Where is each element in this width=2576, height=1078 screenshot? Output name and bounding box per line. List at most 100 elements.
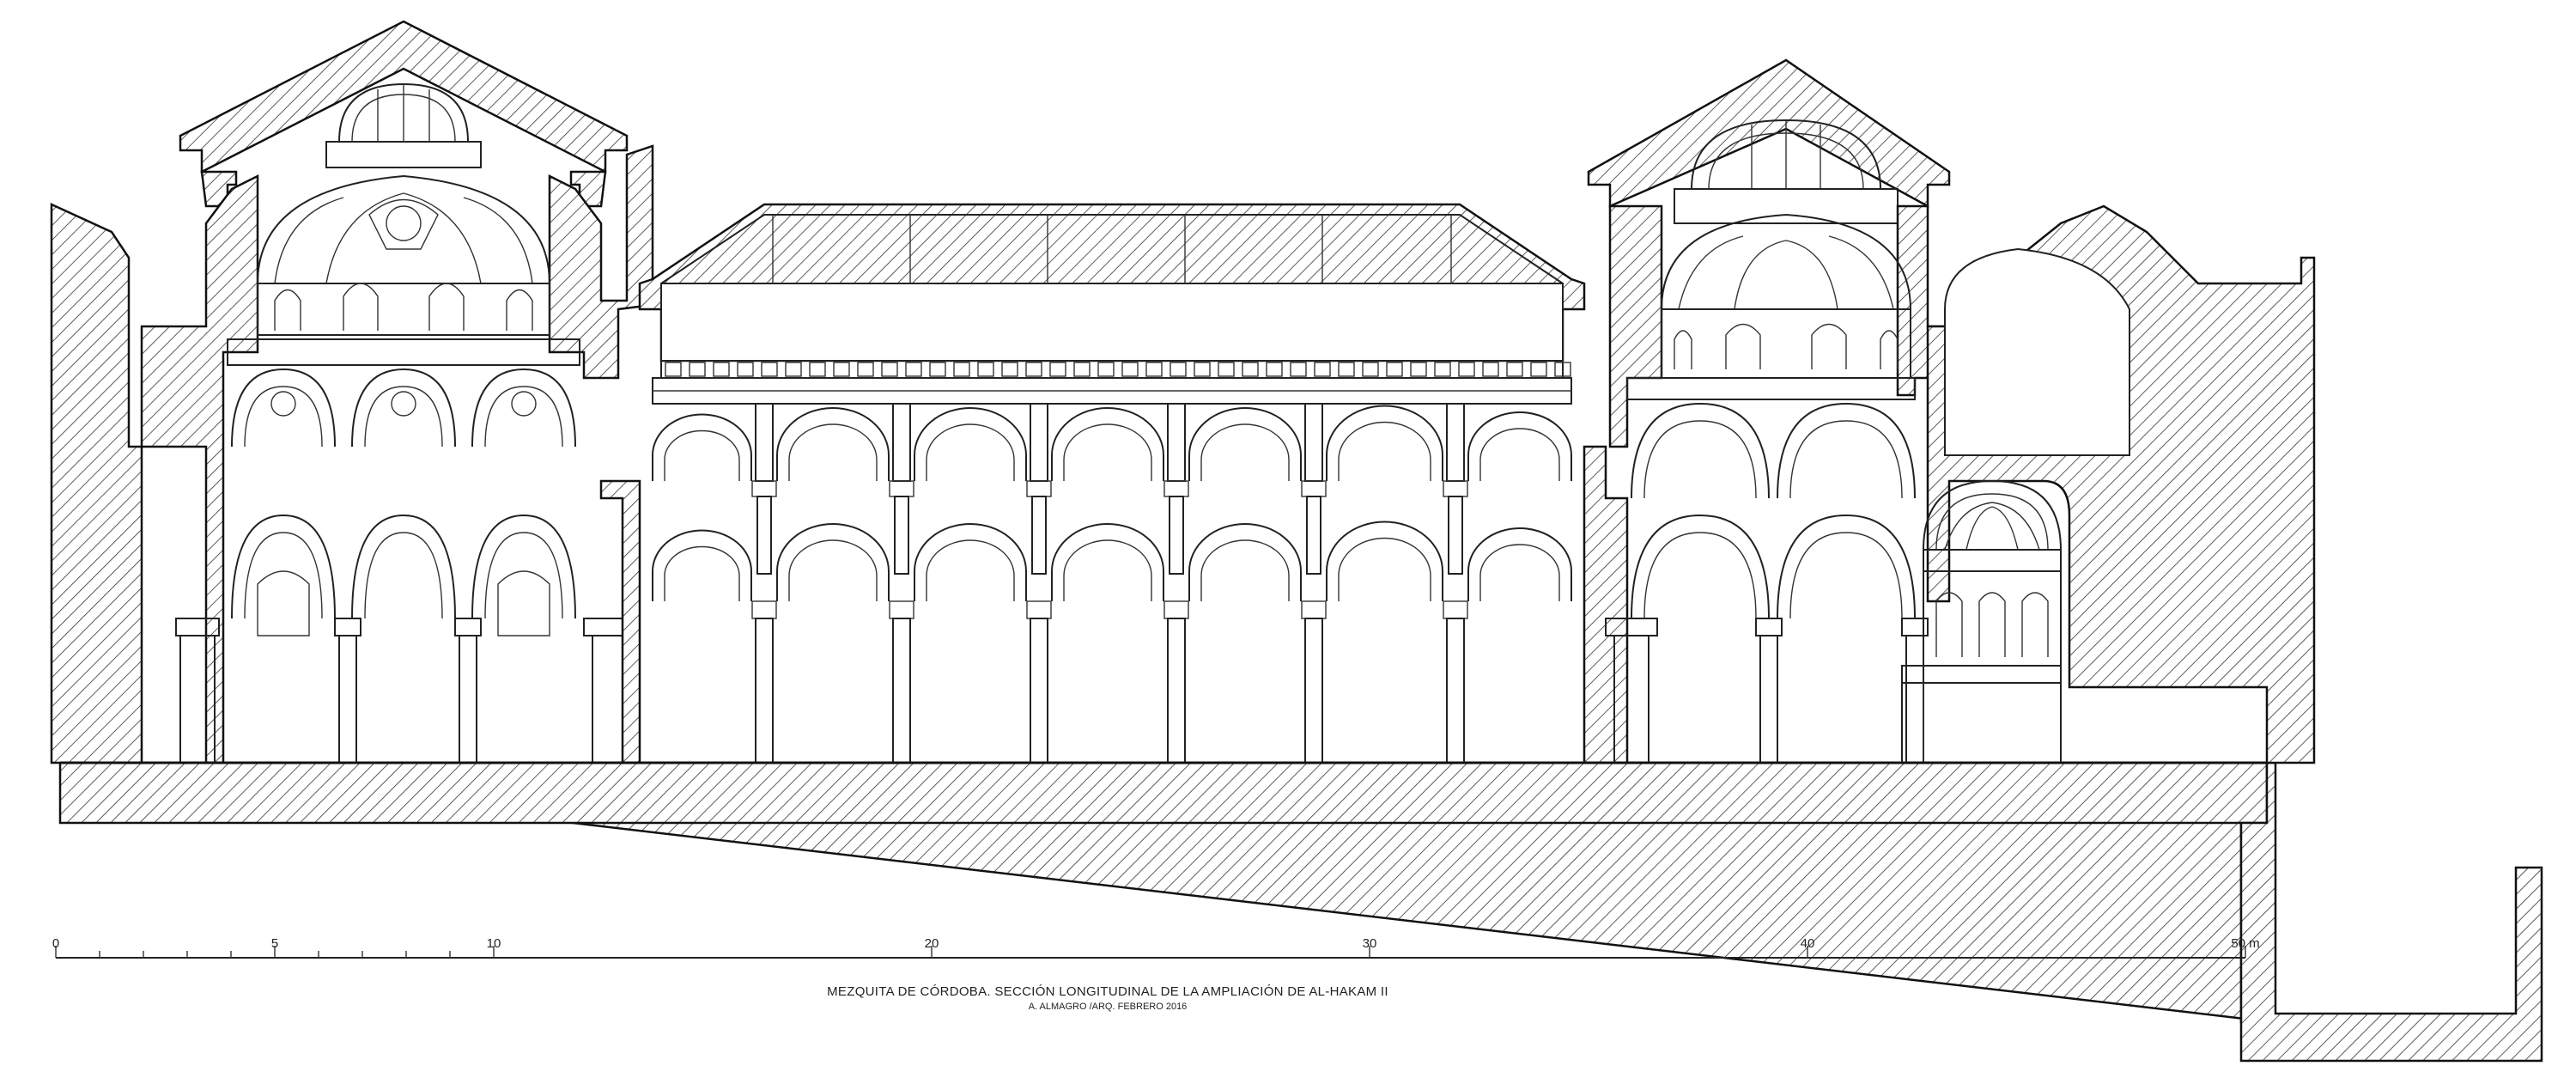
- drawing-title: MEZQUITA DE CÓRDOBA. SECCIÓN LONGITUDINA…: [827, 984, 1388, 999]
- lower-arch-inner: [664, 545, 740, 601]
- merlon: [1314, 362, 1331, 377]
- lower-arch-inner: [1479, 544, 1560, 601]
- upper-column: [756, 496, 772, 575]
- scale-label: 30: [1363, 936, 1377, 951]
- merlon: [857, 362, 874, 377]
- merlon: [1194, 362, 1211, 377]
- column-shaft: [1304, 618, 1323, 764]
- merlon: [1242, 362, 1259, 377]
- scale-label: 20: [925, 936, 939, 951]
- merlon: [761, 362, 778, 377]
- merlon: [1410, 362, 1427, 377]
- merlon: [737, 362, 754, 377]
- columns-left-bay: [175, 618, 636, 764]
- merlon: [977, 362, 994, 377]
- merlon: [1266, 362, 1283, 377]
- scale-label: 40: [1801, 936, 1815, 951]
- merlon: [1097, 362, 1115, 377]
- lower-arch: [1467, 527, 1572, 601]
- lower-arch-inner: [1200, 539, 1290, 601]
- upper-pier: [755, 403, 774, 482]
- upper-pier: [892, 403, 911, 482]
- ground-section: [58, 761, 2543, 1063]
- upper-arch-inner: [1479, 428, 1560, 481]
- lower-arch-inner: [788, 539, 878, 601]
- left-wall-section: [50, 203, 143, 764]
- capital-upper: [1301, 480, 1327, 497]
- capital-upper: [751, 480, 777, 497]
- merlon: [713, 362, 730, 377]
- merlon: [1338, 362, 1355, 377]
- lower-arch: [776, 523, 890, 601]
- merlon: [1001, 362, 1018, 377]
- lower-arch: [652, 529, 752, 601]
- central-nave: [599, 203, 1629, 764]
- upper-column: [894, 496, 909, 575]
- column-shaft: [892, 618, 911, 764]
- scale-label: 50 m: [2231, 936, 2259, 951]
- merlon: [1530, 362, 1547, 377]
- merlon: [1049, 362, 1066, 377]
- upper-arch-inner: [1063, 423, 1152, 481]
- merlon: [1386, 362, 1403, 377]
- upper-arch: [1326, 405, 1443, 481]
- upper-column: [1031, 496, 1047, 575]
- merlon: [785, 362, 802, 377]
- merlon: [1218, 362, 1235, 377]
- merlon: [809, 362, 826, 377]
- column-shaft: [1446, 618, 1465, 764]
- merlon: [1121, 362, 1139, 377]
- merlon: [1482, 362, 1499, 377]
- merlon: [1170, 362, 1187, 377]
- merlon: [1025, 362, 1042, 377]
- scale-label: 5: [271, 936, 278, 951]
- upper-pier: [1446, 403, 1465, 482]
- nave-double-arcade: [652, 403, 1572, 764]
- merlon: [881, 362, 898, 377]
- upper-pier: [1304, 403, 1323, 482]
- upper-column: [1169, 496, 1184, 575]
- capital-upper: [1163, 480, 1189, 497]
- upper-column: [1448, 496, 1463, 575]
- lower-arch: [1326, 521, 1443, 601]
- column-shaft: [755, 618, 774, 764]
- capital-lower: [751, 600, 777, 619]
- drawing-credit: A. ALMAGRO /ARQ. FEBRERO 2016: [1028, 1002, 1188, 1012]
- merlon: [689, 362, 706, 377]
- architectural-section-drawing: 0 5 10 20 30 40 50 m: [50, 20, 2543, 1063]
- merlon: [905, 362, 922, 377]
- capital-upper: [889, 480, 914, 497]
- merlon: [953, 362, 970, 377]
- left-dome-bay: [140, 20, 654, 764]
- lower-arch: [1188, 523, 1302, 601]
- upper-pier: [1167, 403, 1186, 482]
- scale-label: 10: [487, 936, 501, 951]
- upper-pier: [1030, 403, 1048, 482]
- upper-arch-inner: [788, 423, 878, 481]
- upper-column: [1306, 496, 1321, 575]
- merlon: [1434, 362, 1451, 377]
- lower-arch-inner: [926, 539, 1015, 601]
- upper-arch-inner: [1200, 423, 1290, 481]
- lower-arch: [1051, 523, 1164, 601]
- capital-upper: [1443, 480, 1468, 497]
- capital-lower: [1026, 600, 1052, 619]
- scale-label: 0: [52, 936, 59, 951]
- merlon: [1145, 362, 1163, 377]
- right-dome-bay: [1587, 58, 1951, 764]
- upper-arcade-right: [1661, 308, 1911, 379]
- merlon: [1290, 362, 1307, 377]
- column-shaft: [1030, 618, 1048, 764]
- merlon: [833, 362, 850, 377]
- capital-upper: [1026, 480, 1052, 497]
- capital-lower: [1301, 600, 1327, 619]
- lower-arch-inner: [1338, 537, 1431, 601]
- merlon: [1458, 362, 1475, 377]
- columns-right-bay: [1605, 618, 1929, 764]
- column-shaft: [1167, 618, 1186, 764]
- capital-lower: [1163, 600, 1189, 619]
- upper-arch-inner: [664, 429, 740, 481]
- upper-arch-inner: [926, 423, 1015, 481]
- merlon: [1506, 362, 1523, 377]
- mihrab-niche: [1901, 479, 2062, 764]
